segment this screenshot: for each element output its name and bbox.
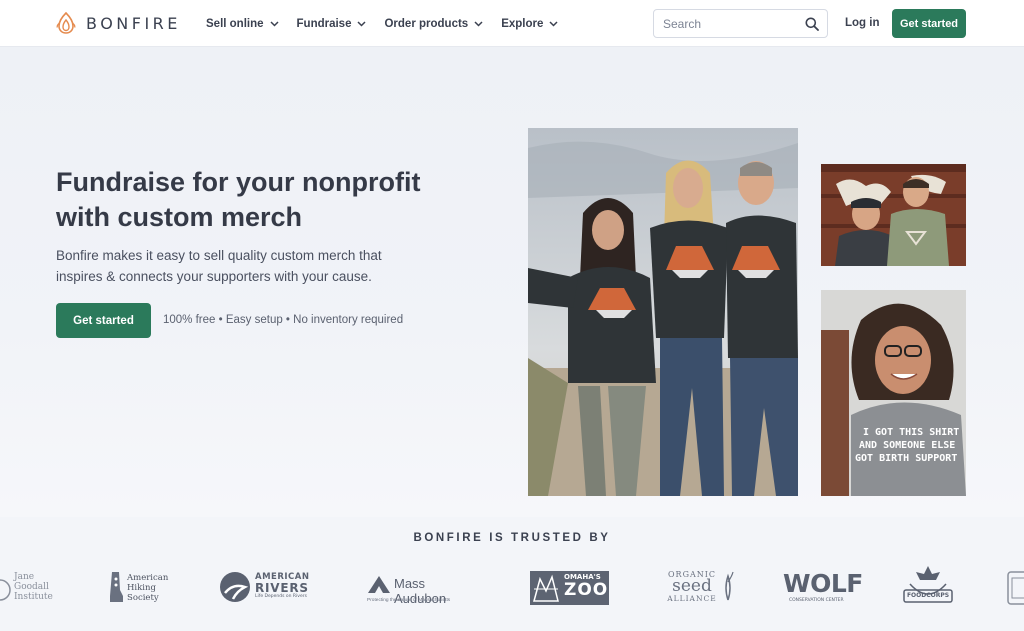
river-icon: [220, 572, 250, 602]
rivers-line-2: RIVERS: [255, 581, 309, 595]
hero-subtext: Bonfire makes it easy to sell quality cu…: [56, 245, 416, 287]
menu-explore-label: Explore: [501, 17, 544, 30]
audubon-tagline: Protecting the nature of Massachusetts: [367, 598, 451, 603]
hero-photo-group: [528, 128, 798, 496]
zoo-line-2: ZOO: [564, 580, 609, 600]
chevron-down-icon: [474, 20, 483, 27]
menu-order-products[interactable]: Order products: [384, 18, 483, 30]
zoo-animals-icon: [533, 574, 559, 602]
foodcorps-logo: FOODCORPS: [900, 564, 956, 614]
hero-perks: 100% free • Easy setup • No inventory re…: [163, 314, 404, 326]
search-icon[interactable]: [805, 17, 819, 31]
partial-badge-icon: [1007, 571, 1024, 605]
main-menu: Sell online Fundraise Order products Exp…: [206, 0, 558, 47]
search-input[interactable]: [663, 15, 798, 33]
get-started-hero-button[interactable]: Get started: [56, 303, 151, 338]
trusted-by-heading: BONFIRE IS TRUSTED BY: [413, 532, 611, 544]
menu-sell-online-label: Sell online: [206, 17, 264, 30]
partner-logos: Jane Goodall Institute American Hiking S…: [0, 560, 1024, 620]
jane-line-3: Institute: [14, 592, 53, 602]
sprout-icon: [725, 571, 734, 601]
get-started-nav-button[interactable]: Get started: [892, 9, 966, 38]
chevron-down-icon: [269, 20, 279, 27]
seed-line-2: seed: [672, 576, 712, 596]
mountain-icon: [368, 576, 390, 593]
menu-order-products-label: Order products: [384, 17, 469, 30]
flame-icon: [56, 11, 76, 34]
omaha-zoo-logo: OMAHA'S ZOO: [530, 571, 610, 605]
shirt-text-2: AND SOMEONE ELSE: [859, 440, 955, 451]
search-box: [653, 9, 828, 38]
menu-fundraise-label: Fundraise: [296, 17, 352, 30]
foodcorps-name: FOODCORPS: [906, 592, 950, 599]
foodcorps-badge-icon: [903, 566, 953, 603]
shirt-text-3: GOT BIRTH SUPPORT: [855, 453, 957, 464]
hiking-line-1: American: [127, 573, 169, 583]
hero-subtext-line2: inspires & connects your supporters with…: [56, 269, 372, 284]
hero-headline-line1: Fundraise for your nonprofit: [56, 167, 421, 197]
chevron-down-icon: [549, 20, 558, 27]
bonfire-logo[interactable]: BONFIRE: [55, 11, 181, 35]
jane-line-2: Goodall: [14, 582, 49, 592]
shirt-text-1: I GOT THIS SHIRT: [863, 427, 959, 438]
hero-photo-woman: I GOT THIS SHIRT AND SOMEONE ELSE GOT BI…: [821, 290, 966, 496]
wolf-tagline: CONSERVATION CENTER: [789, 598, 844, 603]
jane-line-1: Jane: [14, 572, 35, 582]
hero-photo-men: [821, 164, 966, 266]
top-navigation: BONFIRE Sell online Fundraise Order prod…: [0, 0, 1024, 47]
chevron-down-icon: [357, 20, 367, 27]
seed-line-3: ALLIANCE: [667, 594, 717, 603]
hero-headline-line2: with custom merch: [56, 202, 303, 232]
hiking-line-3: Society: [127, 593, 159, 603]
menu-sell-online[interactable]: Sell online: [206, 18, 279, 30]
hiking-line-2: Hiking: [127, 583, 156, 593]
partial-logo-right: [1006, 570, 1024, 606]
login-link[interactable]: Log in: [845, 17, 880, 29]
menu-explore[interactable]: Explore: [501, 18, 558, 30]
jane-goodall-icon: [0, 579, 11, 601]
brand-name: BONFIRE: [86, 13, 181, 33]
hero-headline: Fundraise for your nonprofit with custom…: [56, 165, 476, 235]
menu-fundraise[interactable]: Fundraise: [297, 18, 367, 30]
wolf-name: WOLF: [783, 569, 863, 598]
hero-subtext-line1: Bonfire makes it easy to sell quality cu…: [56, 248, 382, 263]
boot-icon: [110, 572, 123, 602]
rivers-tagline: Life Depends on Rivers: [255, 594, 307, 599]
